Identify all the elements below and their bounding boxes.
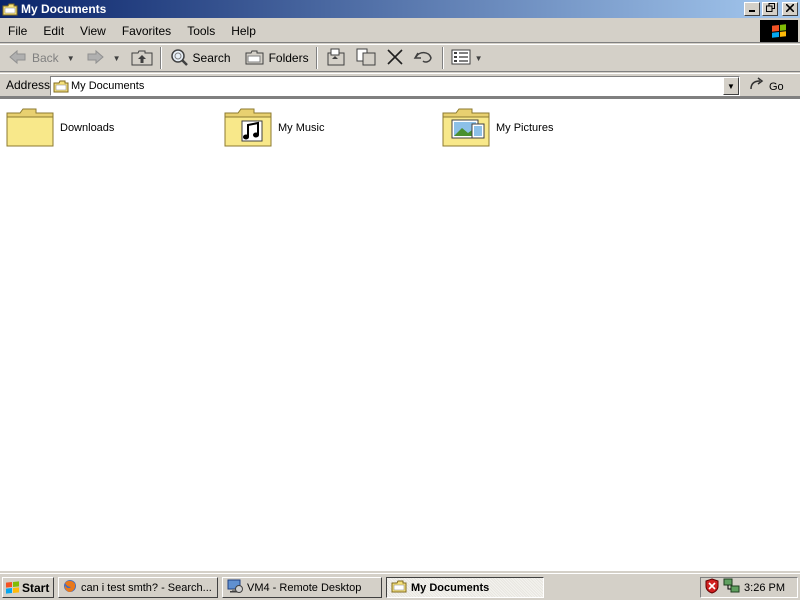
folder-icon — [53, 79, 69, 96]
title-bar: My Documents — [0, 0, 800, 18]
forward-arrow-icon — [85, 49, 105, 68]
forward-button[interactable] — [81, 46, 109, 70]
up-folder-icon — [131, 48, 153, 69]
address-input[interactable]: My Documents ▼ — [50, 76, 740, 96]
music-folder-icon — [224, 105, 272, 150]
menu-bar: File Edit View Favorites Tools Help — [0, 19, 800, 43]
address-bar: Address My Documents ▼ Go — [0, 73, 800, 97]
views-button[interactable]: ▼ — [447, 46, 487, 70]
firefox-icon — [63, 579, 77, 596]
minimize-icon — [748, 4, 756, 15]
start-label: Start — [22, 580, 50, 595]
system-tray: 3:26 PM — [700, 577, 798, 598]
taskbar-item-my-documents[interactable]: My Documents — [386, 577, 544, 598]
standard-toolbar: Back ▼ ▼ Search Folders ▼ — [0, 44, 800, 72]
toolbar-separator — [441, 47, 444, 69]
toolbar-separator — [159, 47, 162, 69]
address-dropdown-button[interactable]: ▼ — [723, 77, 739, 95]
windows-logo-icon — [760, 20, 798, 42]
menu-help[interactable]: Help — [223, 21, 264, 41]
folder-name: My Pictures — [496, 121, 554, 134]
start-button[interactable]: Start — [2, 577, 54, 598]
minimize-button[interactable] — [744, 2, 760, 16]
search-label: Search — [192, 51, 231, 65]
search-icon — [169, 47, 189, 70]
back-button[interactable]: Back — [4, 46, 63, 70]
folder-name: Downloads — [60, 121, 115, 134]
move-to-icon — [325, 47, 347, 70]
up-folder-button[interactable] — [127, 46, 157, 70]
copy-to-button[interactable] — [351, 46, 381, 70]
chevron-down-icon: ▼ — [727, 81, 735, 91]
address-label: Address — [6, 78, 51, 92]
taskbar: Start can i test smth? - Search... VM4 -… — [0, 573, 800, 600]
taskbar-item-label: can i test smth? - Search... — [81, 581, 212, 594]
clock: 3:26 PM — [744, 581, 785, 594]
go-arrow-icon — [748, 77, 764, 96]
restore-icon — [765, 3, 775, 15]
windows-logo-icon — [3, 581, 22, 594]
folder-my-pictures[interactable]: My Pictures — [442, 105, 553, 150]
back-arrow-icon — [8, 49, 28, 68]
delete-x-icon — [385, 47, 405, 70]
remote-desktop-icon — [227, 578, 243, 597]
undo-button[interactable] — [409, 46, 439, 70]
address-value: My Documents — [71, 80, 145, 92]
folder-name: My Music — [278, 121, 325, 134]
folder-icon — [391, 579, 407, 596]
pictures-folder-icon — [442, 105, 490, 150]
folders-label: Folders — [268, 51, 309, 65]
menu-favorites[interactable]: Favorites — [114, 21, 179, 41]
restore-button[interactable] — [762, 2, 778, 16]
menu-tools[interactable]: Tools — [179, 21, 223, 41]
go-button[interactable]: Go — [748, 77, 784, 96]
network-icon[interactable] — [723, 578, 741, 597]
security-shield-icon[interactable] — [705, 578, 719, 597]
move-to-button[interactable] — [321, 46, 351, 70]
toolbar-separator — [315, 47, 318, 69]
taskbar-item-label: VM4 - Remote Desktop — [247, 581, 362, 594]
menu-edit[interactable]: Edit — [35, 21, 72, 41]
close-button[interactable] — [782, 2, 798, 16]
forward-dropdown-icon[interactable]: ▼ — [113, 54, 121, 63]
folders-button[interactable]: Folders — [241, 46, 313, 70]
my-documents-icon — [2, 2, 18, 16]
window-title: My Documents — [21, 2, 107, 16]
go-label: Go — [769, 80, 784, 93]
taskbar-item-remote-desktop[interactable]: VM4 - Remote Desktop — [222, 577, 382, 598]
menu-view[interactable]: View — [72, 21, 114, 41]
taskbar-item-label: My Documents — [411, 581, 490, 594]
folder-my-music[interactable]: My Music — [224, 105, 324, 150]
folder-downloads[interactable]: Downloads — [6, 105, 114, 150]
views-list-icon — [451, 48, 471, 69]
search-button[interactable]: Search — [165, 46, 235, 70]
taskbar-item-firefox[interactable]: can i test smth? - Search... — [58, 577, 218, 598]
folders-icon — [245, 48, 265, 69]
back-label: Back — [32, 51, 59, 65]
close-icon — [785, 2, 795, 15]
file-view: Downloads My Music My Pictures — [0, 97, 800, 571]
back-dropdown-icon[interactable]: ▼ — [67, 54, 75, 63]
undo-icon — [413, 47, 435, 70]
folder-icon — [6, 105, 54, 150]
menu-file[interactable]: File — [0, 21, 35, 41]
copy-to-icon — [355, 47, 377, 70]
delete-button[interactable] — [381, 46, 409, 70]
views-dropdown-icon: ▼ — [474, 53, 483, 63]
